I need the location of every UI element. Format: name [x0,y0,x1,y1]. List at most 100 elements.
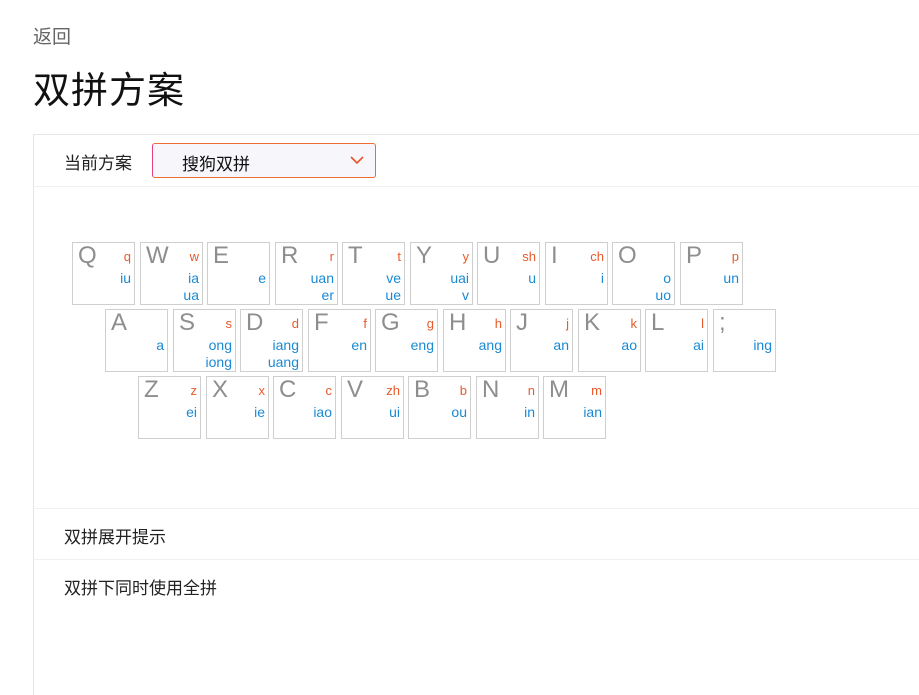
key-final: o [663,270,671,286]
key-g: Gg eng [375,309,438,372]
key-m: Mm ian [543,376,606,439]
key-initial: h [494,316,502,331]
key-letter: W [146,242,169,269]
key-letter: U [483,242,501,269]
key-final: ou [451,404,467,420]
key-letter: D [246,309,264,336]
key-final: en [351,337,367,353]
key-initial: q [123,249,131,264]
key-final: an [553,337,569,353]
key-letter: R [281,242,299,269]
settings-card: 当前方案 搜狗双拼 Qq iu Ww ia ua Ee Rr uan er Tt ve ue Yy uai… [33,134,919,695]
key-final: uo [655,287,671,303]
key-letter: P [686,242,703,269]
key-letter: L [651,309,665,336]
option-row-expand-hint[interactable]: 双拼展开提示 [34,508,919,559]
key-final: ia [188,270,199,286]
key-letter: O [618,242,637,269]
key-letter: E [213,242,230,269]
key-a: Aa [105,309,168,372]
key-initial: t [397,249,401,264]
key-final: ua [183,287,199,303]
key-l: Ll ai [645,309,708,372]
key-k: Kk ao [578,309,641,372]
key-final: ang [478,337,502,353]
back-link[interactable]: 返回 [33,22,71,49]
key-final: iao [313,404,332,420]
key-initial: r [329,249,334,264]
key-j: Jj an [510,309,573,372]
key-initial: d [291,316,299,331]
key-y: Yy uai v [410,242,473,305]
key-n: Nn in [476,376,539,439]
key-initial: n [527,383,535,398]
key-v: Vzh ui [341,376,404,439]
key-final: ing [753,337,772,353]
key-final: u [528,270,536,286]
key-letter: N [482,376,500,403]
key-final: ei [186,404,197,420]
key-final: uai [450,270,469,286]
key-final: uang [267,354,299,370]
key-letter: K [584,309,601,336]
page-title: 双拼方案 [33,69,185,112]
scheme-row: 当前方案 搜狗双拼 [34,135,919,187]
key-letter: A [111,309,128,336]
key-initial: s [225,316,233,331]
key-p: Pp un [680,242,743,305]
key-o: Oo uo [612,242,675,305]
key-w: Ww ia ua [140,242,203,305]
key-initial: x [258,383,266,398]
key-h: Hh ang [443,309,506,372]
key-letter: S [179,309,196,336]
key-b: Bb ou [408,376,471,439]
key-letter: H [449,309,467,336]
key-final: ve [386,270,401,286]
key-s: Ss ong iong [173,309,236,372]
key-i: Ich i [545,242,608,305]
key-final: in [524,404,535,420]
key-initial: f [363,316,367,331]
key-final: iu [120,270,131,286]
key-initial: z [190,383,198,398]
key-r: Rr uan er [275,242,338,305]
key-letter: C [279,376,297,403]
key-initial: c [325,383,333,398]
key-letter: F [314,309,329,336]
key-f: Ff en [308,309,371,372]
key-initial: sh [522,249,536,264]
key-final: er [321,287,334,303]
key-final: e [258,270,266,286]
key-final: a [156,337,164,353]
key-letter: G [381,309,400,336]
key-letter: I [551,242,558,269]
key-initial: b [459,383,467,398]
key-x: Xx ie [206,376,269,439]
key-initial: y [462,249,470,264]
key-final: eng [410,337,434,353]
key-letter: T [348,242,363,269]
key-final: un [723,270,739,286]
key-final: ai [693,337,704,353]
key-q: Qq iu [72,242,135,305]
key-letter: Z [144,376,159,403]
key-letter: M [549,376,569,403]
key-final: ie [254,404,265,420]
key-initial: w [189,249,199,264]
key-initial: k [630,316,638,331]
key-t: Tt ve ue [342,242,405,305]
scheme-select-value: 搜狗双拼 [182,155,250,175]
scheme-select[interactable]: 搜狗双拼 [152,143,376,178]
key-initial: ch [590,249,604,264]
chevron-down-icon [350,156,364,165]
option-row-fullpinyin[interactable]: 双拼下同时使用全拼 [34,559,919,610]
key-letter: ; [719,309,726,336]
key-letter: Q [78,242,97,269]
key-final: uan [310,270,334,286]
key-final: ui [389,404,400,420]
key-initial: g [426,316,434,331]
key-d: Dd iang uang [240,309,303,372]
key-u: Ush u [477,242,540,305]
option-label: 双拼下同时使用全拼 [64,579,217,599]
key-semicolon: ; ing [713,309,776,372]
